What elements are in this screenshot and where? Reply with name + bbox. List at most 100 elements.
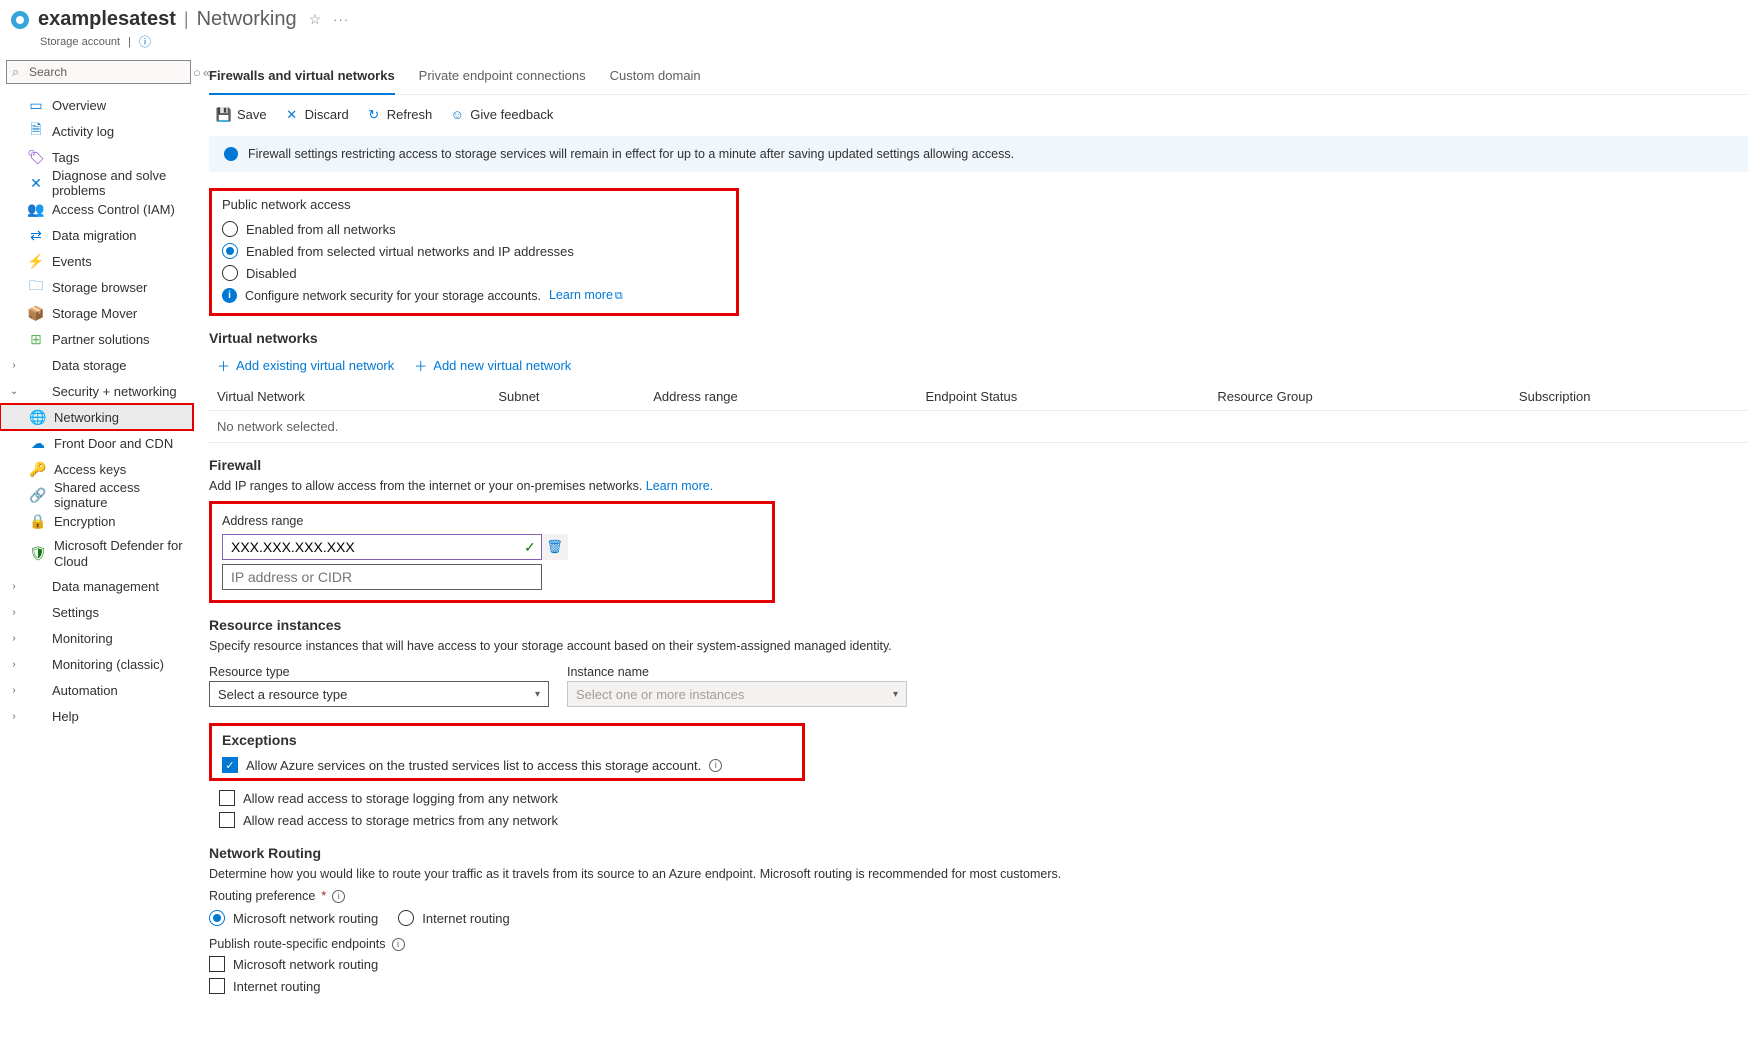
checkbox-icon: ✓ (222, 757, 238, 773)
sidebar-item-storage-browser[interactable]: 🗀Storage browser (0, 274, 193, 300)
plus-icon: ＋ (414, 356, 427, 375)
required-asterisk: * (321, 889, 326, 903)
save-button[interactable]: 💾Save (217, 107, 267, 122)
resource-type-dropdown[interactable]: Select a resource type▾ (209, 681, 549, 707)
sidebar-item-storage-mover[interactable]: 📦Storage Mover (0, 300, 193, 326)
routing-pref-label: Routing preference (209, 889, 315, 903)
routing-option-microsoft[interactable]: Microsoft network routing (209, 907, 378, 929)
pna-title: Public network access (222, 197, 726, 212)
vnet-empty-state: No network selected. (209, 411, 1748, 443)
sidebar-nav: ▭Overview 🗎Activity log 🏷Tags ✕Diagnose … (0, 92, 193, 729)
firewall-title: Firewall (209, 457, 1748, 473)
exception-metrics[interactable]: Allow read access to storage metrics fro… (209, 809, 1748, 831)
sidebar-item-encryption[interactable]: 🔒Encryption (0, 508, 193, 534)
discard-button[interactable]: ✕Discard (285, 107, 349, 122)
info-outline-icon[interactable]: i (392, 938, 405, 951)
discard-icon: ✕ (285, 108, 299, 122)
title-separator: | (184, 9, 189, 30)
sidebar-item-partner-solutions[interactable]: ⊞Partner solutions (0, 326, 193, 352)
sidebar-group-help[interactable]: ›Help (0, 703, 193, 729)
sidebar-item-iam[interactable]: 👥Access Control (IAM) (0, 196, 193, 222)
col-subscription[interactable]: Subscription (1511, 383, 1748, 411)
sidebar-item-defender[interactable]: 🛡Microsoft Defender for Cloud (0, 534, 193, 573)
feedback-button[interactable]: ☺Give feedback (450, 107, 553, 122)
firewall-learn-more-link[interactable]: Learn more. (646, 479, 713, 493)
page-header: examplesatest | Networking ☆ ··· (0, 0, 1758, 33)
sidebar-item-overview[interactable]: ▭Overview (0, 92, 193, 118)
info-icon: i (224, 147, 238, 161)
sidebar-search-input[interactable] (6, 60, 191, 84)
sidebar-item-front-door[interactable]: ☁Front Door and CDN (0, 430, 193, 456)
exception-trusted-services[interactable]: ✓ Allow Azure services on the trusted se… (222, 754, 792, 776)
learn-more-link[interactable]: Learn more⧉ (549, 288, 623, 303)
sidebar-item-tags[interactable]: 🏷Tags (0, 144, 193, 170)
sidebar-item-diagnose[interactable]: ✕Diagnose and solve problems (0, 170, 193, 196)
publish-endpoints-label: Publish route-specific endpoints (209, 937, 386, 951)
info-icon: i (222, 288, 237, 303)
instance-name-dropdown: Select one or more instances▾ (567, 681, 907, 707)
add-new-vnet-link[interactable]: ＋Add new virtual network (414, 356, 571, 375)
tab-private-endpoint[interactable]: Private endpoint connections (419, 62, 586, 95)
routing-option-internet[interactable]: Internet routing (398, 907, 509, 929)
sidebar-item-networking[interactable]: 🌐Networking (0, 404, 193, 430)
sidebar-item-data-migration[interactable]: ⇄Data migration (0, 222, 193, 248)
resinst-title: Resource instances (209, 617, 1748, 633)
sidebar-group-data-management[interactable]: ›Data management (0, 573, 193, 599)
tab-firewalls[interactable]: Firewalls and virtual networks (209, 62, 395, 95)
plus-icon: ＋ (217, 356, 230, 375)
exception-logging[interactable]: Allow read access to storage logging fro… (209, 787, 1748, 809)
exceptions-section: Exceptions ✓ Allow Azure services on the… (209, 723, 805, 781)
instance-name-label: Instance name (567, 661, 907, 681)
main-content: Firewalls and virtual networks Private e… (195, 56, 1758, 1037)
sidebar-group-monitoring-classic[interactable]: ›Monitoring (classic) (0, 651, 193, 677)
vnet-title: Virtual networks (209, 330, 1748, 346)
col-address-range[interactable]: Address range (645, 383, 917, 411)
external-link-icon: ⧉ (615, 290, 623, 302)
delete-ip-button[interactable]: 🗑 (542, 534, 568, 560)
col-resource-group[interactable]: Resource Group (1209, 383, 1511, 411)
exceptions-title: Exceptions (222, 732, 792, 748)
col-subnet[interactable]: Subnet (490, 383, 645, 411)
firewall-address-section: Address range ✓ 🗑 (209, 501, 775, 603)
chevron-down-icon: ▾ (893, 689, 898, 700)
publish-ms-routing[interactable]: Microsoft network routing (209, 953, 1748, 975)
resource-type-label: Resource type (209, 661, 549, 681)
sidebar-item-events[interactable]: ⚡Events (0, 248, 193, 274)
sidebar-item-access-keys[interactable]: 🔑Access keys (0, 456, 193, 482)
sidebar-item-sas[interactable]: 🔗Shared access signature (0, 482, 193, 508)
col-endpoint-status[interactable]: Endpoint Status (917, 383, 1209, 411)
checkbox-icon (219, 790, 235, 806)
checkbox-icon (219, 812, 235, 828)
sidebar-group-automation[interactable]: ›Automation (0, 677, 193, 703)
address-range-input[interactable] (222, 534, 542, 560)
tab-custom-domain[interactable]: Custom domain (610, 62, 701, 95)
favorite-star-icon[interactable]: ☆ (309, 11, 322, 28)
help-info-icon[interactable]: ⓘ (139, 33, 151, 50)
save-icon: 💾 (217, 108, 231, 122)
tabs: Firewalls and virtual networks Private e… (209, 56, 1748, 95)
sidebar-group-data-storage[interactable]: ›Data storage (0, 352, 193, 378)
pna-option-all[interactable]: Enabled from all networks (222, 218, 726, 240)
sidebar-group-security-networking[interactable]: ⌄Security + networking (0, 378, 193, 404)
chevron-down-icon: ▾ (535, 689, 540, 700)
sidebar-group-settings[interactable]: ›Settings (0, 599, 193, 625)
address-range-new-input[interactable] (222, 564, 542, 590)
info-outline-icon[interactable]: i (709, 759, 722, 772)
resource-type-label: Storage account | ⓘ (0, 33, 1758, 56)
page-title: Networking (197, 8, 297, 31)
resinst-desc: Specify resource instances that will hav… (209, 639, 1748, 653)
pna-info-line: i Configure network security for your st… (222, 288, 726, 303)
col-vnet[interactable]: Virtual Network (209, 383, 490, 411)
sidebar-group-monitoring[interactable]: ›Monitoring (0, 625, 193, 651)
pna-option-disabled[interactable]: Disabled (222, 262, 726, 284)
more-menu-icon[interactable]: ··· (333, 12, 349, 27)
pna-option-selected[interactable]: Enabled from selected virtual networks a… (222, 240, 726, 262)
refresh-button[interactable]: ↻Refresh (367, 107, 433, 122)
publish-internet-routing[interactable]: Internet routing (209, 975, 1748, 997)
sidebar-item-activity-log[interactable]: 🗎Activity log (0, 118, 193, 144)
public-network-access-section: Public network access Enabled from all n… (209, 188, 739, 316)
info-outline-icon[interactable]: i (332, 890, 345, 903)
info-banner: i Firewall settings restricting access t… (209, 136, 1748, 172)
routing-desc: Determine how you would like to route yo… (209, 867, 1748, 881)
add-existing-vnet-link[interactable]: ＋Add existing virtual network (217, 356, 394, 375)
